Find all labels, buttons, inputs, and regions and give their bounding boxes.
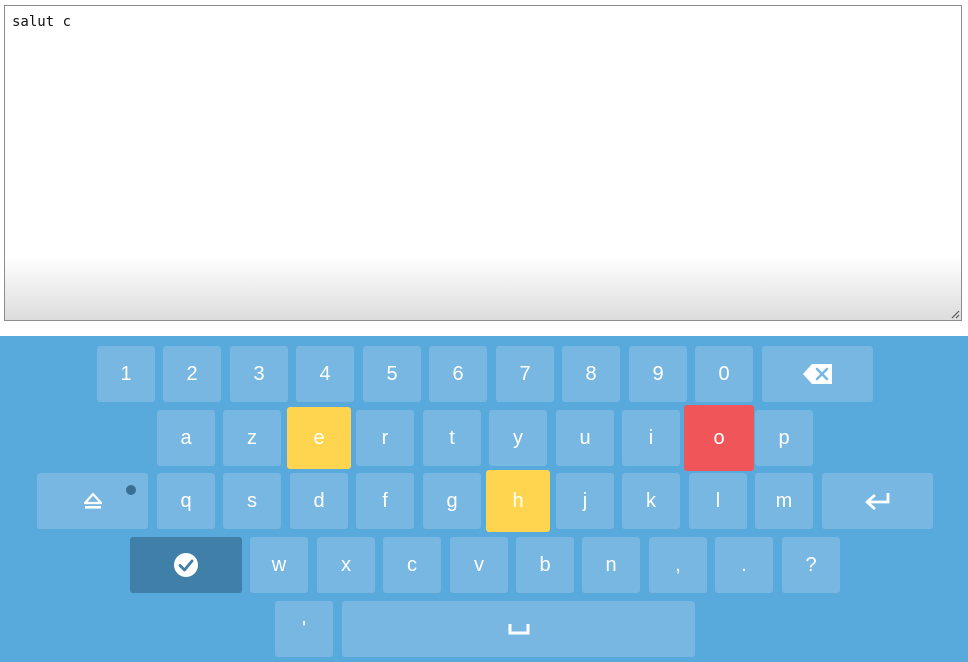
- key-m[interactable]: m: [755, 473, 813, 529]
- key-label: r: [381, 426, 389, 449]
- key-label: b: [539, 553, 551, 576]
- key-label: e: [313, 426, 325, 449]
- key-x[interactable]: x: [317, 537, 375, 593]
- key-1[interactable]: 1: [97, 346, 155, 402]
- text-area[interactable]: salut c: [4, 5, 962, 321]
- key-label: w: [271, 553, 287, 576]
- key-8[interactable]: 8: [562, 346, 620, 402]
- key-label: v: [474, 553, 484, 576]
- key-label: l: [715, 489, 721, 512]
- key-c[interactable]: c: [383, 537, 441, 593]
- key-label: o: [713, 426, 725, 449]
- key-label: d: [313, 489, 325, 512]
- key-h[interactable]: h: [486, 470, 550, 532]
- shift-button[interactable]: [37, 473, 148, 529]
- key-d[interactable]: d: [290, 473, 348, 529]
- key-b[interactable]: b: [516, 537, 574, 593]
- key-label: s: [247, 489, 257, 512]
- key-label: 4: [319, 362, 331, 385]
- enter-button[interactable]: [822, 473, 933, 529]
- space-bar[interactable]: [342, 601, 695, 657]
- key-label: 5: [386, 362, 398, 385]
- space-icon: [508, 624, 529, 635]
- text-area-content: salut c: [12, 14, 72, 30]
- key-2[interactable]: 2: [163, 346, 221, 402]
- key-label: h: [512, 489, 524, 512]
- key-s[interactable]: s: [223, 473, 281, 529]
- key-t[interactable]: t: [423, 410, 481, 466]
- key-g[interactable]: g: [423, 473, 481, 529]
- key-6[interactable]: 6: [429, 346, 487, 402]
- key-label: k: [646, 489, 656, 512]
- key-9[interactable]: 9: [629, 346, 687, 402]
- key-question[interactable]: ?: [782, 537, 840, 593]
- key-period[interactable]: .: [715, 537, 773, 593]
- key-label: u: [579, 426, 591, 449]
- key-0[interactable]: 0: [695, 346, 753, 402]
- key-label: c: [407, 553, 417, 576]
- key-label: i: [648, 426, 654, 449]
- key-w[interactable]: w: [250, 537, 308, 593]
- key-label: 8: [585, 362, 597, 385]
- backspace-button[interactable]: [762, 346, 873, 402]
- key-4[interactable]: 4: [296, 346, 354, 402]
- key-label: ,: [675, 553, 681, 576]
- key-label: 2: [186, 362, 198, 385]
- key-label: t: [449, 426, 455, 449]
- key-label: 9: [652, 362, 664, 385]
- key-r[interactable]: r: [356, 410, 414, 466]
- key-label: p: [778, 426, 790, 449]
- key-label: q: [180, 489, 192, 512]
- key-apostrophe[interactable]: ': [275, 601, 333, 657]
- key-5[interactable]: 5: [363, 346, 421, 402]
- key-7[interactable]: 7: [496, 346, 554, 402]
- key-3[interactable]: 3: [230, 346, 288, 402]
- key-label: n: [605, 553, 617, 576]
- key-v[interactable]: v: [450, 537, 508, 593]
- key-label: g: [446, 489, 458, 512]
- key-label: 3: [253, 362, 265, 385]
- key-k[interactable]: k: [622, 473, 680, 529]
- key-i[interactable]: i: [622, 410, 680, 466]
- key-label: z: [247, 426, 257, 449]
- enter-icon: [865, 493, 889, 511]
- key-label: 6: [452, 362, 464, 385]
- key-label: y: [513, 426, 523, 449]
- key-n[interactable]: n: [582, 537, 640, 593]
- key-comma[interactable]: ,: [649, 537, 707, 593]
- key-y[interactable]: y: [489, 410, 547, 466]
- key-u[interactable]: u: [556, 410, 614, 466]
- confirm-button[interactable]: [130, 537, 242, 593]
- key-j[interactable]: j: [556, 473, 614, 529]
- key-l[interactable]: l: [689, 473, 747, 529]
- shift-icon: [83, 492, 102, 509]
- key-f[interactable]: f: [356, 473, 414, 529]
- key-label: 0: [718, 362, 730, 385]
- key-label: .: [741, 553, 747, 576]
- key-label: a: [180, 426, 192, 449]
- check-circle-icon: [174, 553, 198, 577]
- resize-grip-icon[interactable]: [950, 309, 960, 319]
- key-q[interactable]: q: [157, 473, 215, 529]
- key-z[interactable]: z: [223, 410, 281, 466]
- key-label: f: [382, 489, 388, 512]
- key-label: 1: [120, 362, 132, 385]
- key-p[interactable]: p: [755, 410, 813, 466]
- key-label: 7: [519, 362, 531, 385]
- shift-indicator-dot: [126, 485, 136, 495]
- key-label: x: [341, 553, 351, 576]
- key-label: j: [582, 489, 588, 512]
- key-e[interactable]: e: [287, 407, 351, 469]
- key-label: ': [302, 617, 306, 640]
- key-a[interactable]: a: [157, 410, 215, 466]
- key-label: m: [775, 489, 793, 512]
- key-o[interactable]: o: [684, 405, 754, 471]
- backspace-icon: [802, 364, 832, 384]
- virtual-keyboard: 1 2 3 4 5 6 7 8 9 0 a z e r t y u i o p …: [0, 336, 968, 662]
- key-label: ?: [805, 553, 817, 576]
